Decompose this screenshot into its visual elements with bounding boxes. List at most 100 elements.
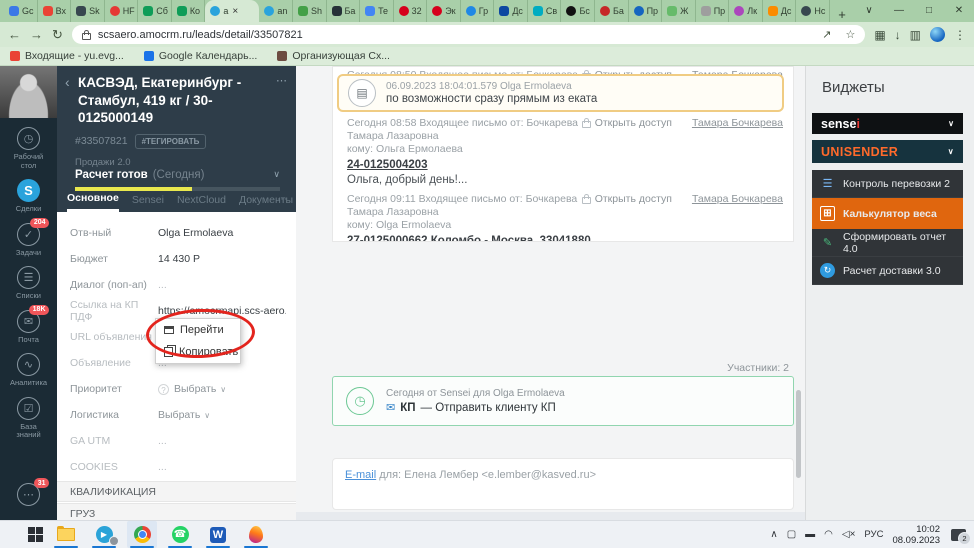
lead-status[interactable]: Расчет готов [75,169,148,181]
help-icon[interactable]: ? [158,383,169,395]
browser-tab[interactable]: Дс [494,0,528,22]
browser-tab[interactable]: Sh [293,0,327,22]
lead-menu-icon[interactable]: ⋯ [276,74,288,87]
email-compose-card[interactable]: E-mail для: Елена Лембер <e.lember@kasve… [332,458,794,510]
browser-tab[interactable]: 32 [394,0,428,22]
field-value[interactable]: Olga Ermolaeva [158,227,233,239]
open-access-link[interactable]: Открыть доступ [595,193,672,205]
email-message[interactable]: Сегодня 09:11 Входящее письмо от: Бочкар… [347,193,783,241]
feed-scrollbar[interactable] [796,390,801,478]
tray-window-icon[interactable]: ▢ [787,529,796,540]
browser-tab[interactable]: Те [360,0,394,22]
browser-tab[interactable]: Ба [327,0,361,22]
message-subject-link[interactable]: 27-0125000662 Коломбо - Москва, 33041880 [347,235,783,241]
lead-title[interactable]: КАСВЭД, Екатеринбург - Стамбул, 419 кг /… [78,74,273,127]
browser-tab[interactable]: Вх [38,0,72,22]
browser-tab[interactable]: a × [205,0,260,22]
field-value[interactable]: Выбрать [174,383,216,395]
browser-tab[interactable]: Св [528,0,562,22]
widget-button[interactable]: ✎ Сформировать отчет 4.0 [812,229,963,257]
browser-tab[interactable]: Лк [729,0,763,22]
browser-tab[interactable]: an [259,0,293,22]
browser-tab[interactable]: Нс [796,0,830,22]
sidebar-item[interactable]: ∿ Аналитика [0,353,57,388]
profile-avatar[interactable] [930,27,945,42]
taskbar-browser-flame[interactable] [241,521,271,548]
tag-button[interactable]: #ТЕГИРОВАТЬ [134,133,207,149]
address-bar[interactable]: scsaero.amocrm.ru/leads/detail/33507821 … [71,25,866,44]
browser-tab[interactable]: Сб [138,0,172,22]
field-value[interactable]: ... [158,279,167,291]
status-chevron-icon[interactable]: ∨ [273,169,280,180]
sidebar-item[interactable]: ☰ Списки [0,266,57,301]
lead-tab[interactable]: Основное [67,187,119,212]
start-button[interactable] [28,527,43,542]
browser-tab[interactable]: Бс [561,0,595,22]
widget-button[interactable]: ↻ Расчет доставки 3.0 [812,257,963,285]
share-icon[interactable]: ↗ [822,28,831,41]
forward-icon[interactable]: → [30,27,43,42]
widget-button[interactable]: ⊞ Калькулятор веса [812,198,963,229]
browser-tab[interactable]: Пр [696,0,730,22]
browser-tab[interactable]: Дс [763,0,797,22]
minimize-icon[interactable]: — [884,0,914,22]
browser-tab[interactable]: Пр [629,0,663,22]
tray-chevron-icon[interactable]: ∧ [770,529,777,540]
lead-tab[interactable]: NextCloud [177,187,226,212]
field-value[interactable]: 14 430 Р [158,253,200,265]
field-value[interactable]: Выбрать [158,409,200,421]
sensei-widget-header[interactable]: sense i ∨ [812,113,963,134]
taskbar-explorer[interactable] [51,521,81,548]
email-message[interactable]: Сегодня 08:58 Входящее письмо от: Бочкар… [347,117,783,186]
browser-menu-icon[interactable]: ⋮ [954,28,966,42]
taskbar-word[interactable]: W [203,521,233,548]
open-access-link[interactable]: Открыть доступ [595,117,672,129]
back-icon[interactable]: ← [8,27,21,42]
pipeline-name[interactable]: Продажи 2.0 [75,157,288,168]
downloads-icon[interactable]: ↓ [895,28,901,42]
tabs-more-icon[interactable]: ⋯ [277,187,288,212]
lead-tab[interactable]: Sensei [132,187,164,212]
address-url[interactable]: scsaero.amocrm.ru/leads/detail/33507821 [98,29,303,41]
bookmark-star-icon[interactable]: ☆ [845,28,855,41]
unisender-widget-header[interactable]: UNISENDER ∨ [812,140,963,163]
chevron-down-icon[interactable]: ∨ [948,119,954,128]
volume-muted-icon[interactable]: ◁× [842,529,856,540]
browser-tab[interactable]: НF [105,0,139,22]
taskbar-clock[interactable]: 10:02 08.09.2023 [892,524,940,546]
widget-button[interactable]: ☰ Контроль перевозки 2 [812,170,963,198]
browser-tab[interactable]: Gc [4,0,38,22]
tab-close-icon[interactable]: × [232,6,238,17]
side-panel-icon[interactable]: ▥ [910,28,921,42]
bookmark-item[interactable]: Организующая Сх... [277,50,390,62]
lead-tabs-more[interactable]: ⋯ [277,187,288,212]
sidebar-item[interactable]: ◷ Рабочий стол [0,127,57,170]
bookmark-item[interactable]: Входящие - yu.evg... [10,50,124,62]
notification-center-icon[interactable]: 2 [951,528,971,545]
contact-link[interactable]: Тамара Бочкарева [692,193,783,205]
taskbar-whatsapp[interactable]: ☎ [165,521,195,548]
wifi-icon[interactable]: ◠ [824,529,833,540]
participants-label[interactable]: Участники: 2 [727,362,789,374]
taskbar-telegram[interactable]: ▶ [89,521,119,548]
browser-tab[interactable]: Ко [172,0,206,22]
sensei-task-card[interactable]: ◷ Сегодня от Sensei для Olga Ermolaeva ✉… [332,376,794,426]
bookmark-item[interactable]: Google Календарь... [143,50,257,62]
field-value[interactable]: ... [158,461,167,473]
browser-tab[interactable]: Ба [595,0,629,22]
tab-search-chevron-icon[interactable]: ∨ [854,0,884,22]
browser-tab[interactable]: Гр [461,0,495,22]
extensions-icon[interactable]: ▦ [874,28,885,42]
chevron-down-icon[interactable]: ∨ [948,147,954,156]
browser-tab[interactable]: Ж [662,0,696,22]
contact-link[interactable]: Тамара Бочкарева [692,117,783,129]
reload-icon[interactable]: ↻ [52,27,63,43]
back-chevron-icon[interactable]: ‹ [65,74,75,91]
user-avatar[interactable] [0,66,57,118]
field-value[interactable]: ... [158,435,167,447]
sidebar-item-chat[interactable]: ⋯ 31 [0,478,57,506]
language-indicator[interactable]: РУС [864,529,883,540]
browser-tab[interactable]: Эк [427,0,461,22]
email-type-link[interactable]: E-mail [345,469,376,481]
battery-icon[interactable]: ▬ [805,529,815,540]
